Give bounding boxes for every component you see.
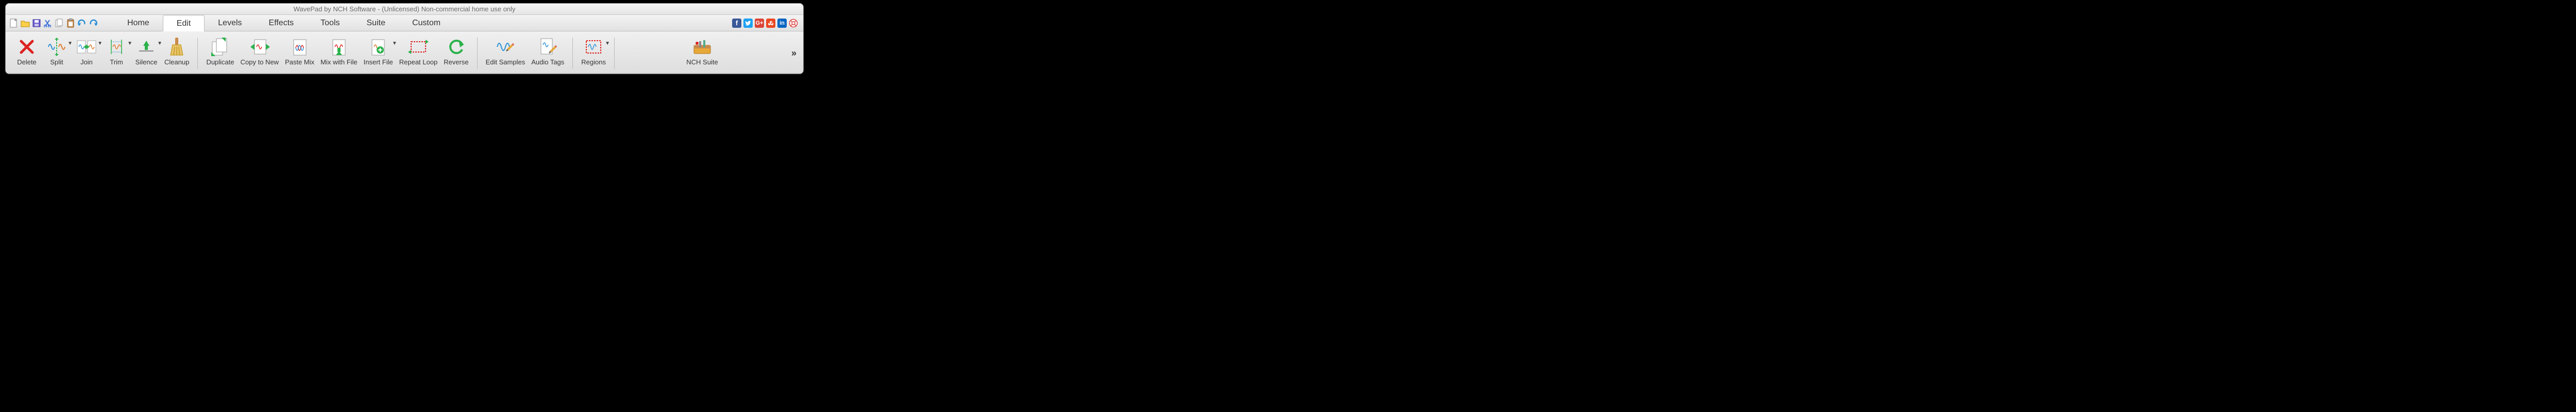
audio-tags-button[interactable]: Audio Tags	[528, 35, 567, 67]
paste-icon[interactable]	[65, 18, 76, 28]
paste-mix-button[interactable]: Paste Mix	[282, 35, 317, 67]
undo-icon[interactable]	[77, 18, 87, 28]
group-separator	[614, 38, 615, 69]
duplicate-icon	[210, 37, 231, 57]
insert-file-icon	[369, 37, 387, 57]
paste-mix-icon	[291, 37, 309, 57]
tab-label: Edit	[177, 19, 191, 28]
duplicate-button[interactable]: Duplicate	[203, 35, 237, 67]
twitter-icon[interactable]	[743, 19, 753, 28]
ribbon-label: Reverse	[444, 58, 468, 66]
ribbon-label: Repeat Loop	[399, 58, 437, 66]
insert-file-button[interactable]: ▼ Insert File	[361, 35, 396, 67]
mix-with-file-button[interactable]: Mix with File	[317, 35, 361, 67]
window-title: WavePad by NCH Software - (Unlicensed) N…	[294, 5, 516, 13]
app-window: WavePad by NCH Software - (Unlicensed) N…	[5, 3, 804, 74]
tab-effects[interactable]: Effects	[256, 15, 308, 31]
audio-tags-icon	[538, 37, 557, 57]
tab-label: Tools	[320, 19, 340, 27]
stumbleupon-icon[interactable]	[766, 19, 775, 28]
help-lifebuoy-icon[interactable]	[789, 19, 798, 28]
cleanup-brush-icon	[168, 37, 185, 57]
ribbon-group-file-ops: Duplicate Copy to New Paste Mix Mix with…	[200, 35, 474, 72]
tab-custom[interactable]: Custom	[399, 15, 454, 31]
split-button[interactable]: ▼ Split	[42, 35, 72, 67]
ribbon-label: Paste Mix	[285, 58, 314, 66]
google-plus-icon[interactable]: G+	[755, 19, 764, 28]
copy-icon[interactable]	[54, 18, 64, 28]
tab-label: Custom	[412, 19, 440, 27]
copy-to-new-icon	[249, 37, 270, 57]
tab-label: Levels	[218, 19, 242, 27]
cut-icon[interactable]	[43, 18, 53, 28]
join-button[interactable]: ▼ Join	[72, 35, 101, 67]
tab-edit[interactable]: Edit	[163, 15, 205, 31]
delete-button[interactable]: Delete	[12, 35, 42, 67]
copy-to-new-button[interactable]: Copy to New	[238, 35, 282, 67]
ribbon-group-regions: ▼ Regions	[575, 35, 612, 72]
delete-x-icon	[18, 38, 36, 56]
cleanup-button[interactable]: Cleanup	[161, 35, 192, 67]
reverse-icon	[447, 39, 465, 55]
trim-button[interactable]: ▼ Trim	[101, 35, 131, 67]
new-file-icon[interactable]	[9, 18, 19, 28]
group-separator	[477, 38, 478, 69]
ribbon-tabs: Home Edit Levels Effects Tools Suite Cus…	[114, 15, 454, 31]
tab-suite[interactable]: Suite	[353, 15, 399, 31]
nch-suite-button[interactable]: NCH Suite	[683, 35, 721, 67]
ribbon-label: Audio Tags	[531, 58, 564, 66]
ribbon-group-edit-advanced: Edit Samples Audio Tags	[480, 35, 571, 72]
tab-label: Effects	[269, 19, 294, 27]
reverse-button[interactable]: Reverse	[440, 35, 471, 67]
ribbon-group-edit-basic: Delete ▼ Split ▼ Join ▼ Trim ▼ Silence	[9, 35, 195, 72]
top-toolbar: Home Edit Levels Effects Tools Suite Cus…	[6, 15, 803, 31]
group-separator	[572, 38, 573, 69]
ribbon: Delete ▼ Split ▼ Join ▼ Trim ▼ Silence	[6, 31, 803, 74]
join-icon	[76, 38, 97, 56]
tab-label: Suite	[367, 19, 385, 27]
ribbon-label: Join	[80, 58, 93, 66]
quick-access-toolbar	[9, 18, 98, 28]
facebook-icon[interactable]: f	[732, 19, 741, 28]
ribbon-label: Cleanup	[164, 58, 189, 66]
window-titlebar: WavePad by NCH Software - (Unlicensed) N…	[6, 4, 803, 15]
social-bar: f G+ in	[732, 19, 800, 28]
mix-with-file-icon	[330, 37, 348, 57]
group-separator	[197, 38, 198, 69]
regions-icon	[583, 38, 604, 56]
tab-levels[interactable]: Levels	[205, 15, 255, 31]
tab-label: Home	[127, 19, 149, 27]
ribbon-group-suite: NCH Suite	[617, 35, 788, 72]
edit-samples-button[interactable]: Edit Samples	[483, 35, 529, 67]
regions-button[interactable]: ▼ Regions	[578, 35, 609, 67]
repeat-loop-button[interactable]: Repeat Loop	[396, 35, 440, 67]
linkedin-icon[interactable]: in	[777, 19, 787, 28]
ribbon-label: Copy to New	[241, 58, 279, 66]
open-folder-icon[interactable]	[20, 18, 30, 28]
ribbon-label: Split	[50, 58, 63, 66]
chevron-down-icon: ▼	[605, 41, 610, 46]
ribbon-label: Duplicate	[206, 58, 234, 66]
ribbon-label: Edit Samples	[486, 58, 526, 66]
silence-icon	[137, 38, 156, 56]
ribbon-label: Mix with File	[320, 58, 358, 66]
save-icon[interactable]	[31, 18, 42, 28]
ribbon-label: Insert File	[364, 58, 393, 66]
ribbon-label: Silence	[135, 58, 158, 66]
toolbox-icon	[692, 38, 713, 56]
tab-home[interactable]: Home	[114, 15, 163, 31]
split-icon	[46, 38, 67, 56]
tab-tools[interactable]: Tools	[307, 15, 353, 31]
ribbon-label: Trim	[110, 58, 123, 66]
ribbon-label: Regions	[581, 58, 606, 66]
repeat-loop-icon	[408, 38, 429, 56]
edit-samples-icon	[495, 38, 516, 56]
silence-button[interactable]: ▼ Silence	[131, 35, 161, 67]
ribbon-label: NCH Suite	[686, 58, 718, 66]
redo-icon[interactable]	[88, 18, 98, 28]
trim-icon	[106, 38, 127, 56]
ribbon-overflow-button[interactable]: »	[788, 48, 800, 59]
ribbon-label: Delete	[17, 58, 37, 66]
